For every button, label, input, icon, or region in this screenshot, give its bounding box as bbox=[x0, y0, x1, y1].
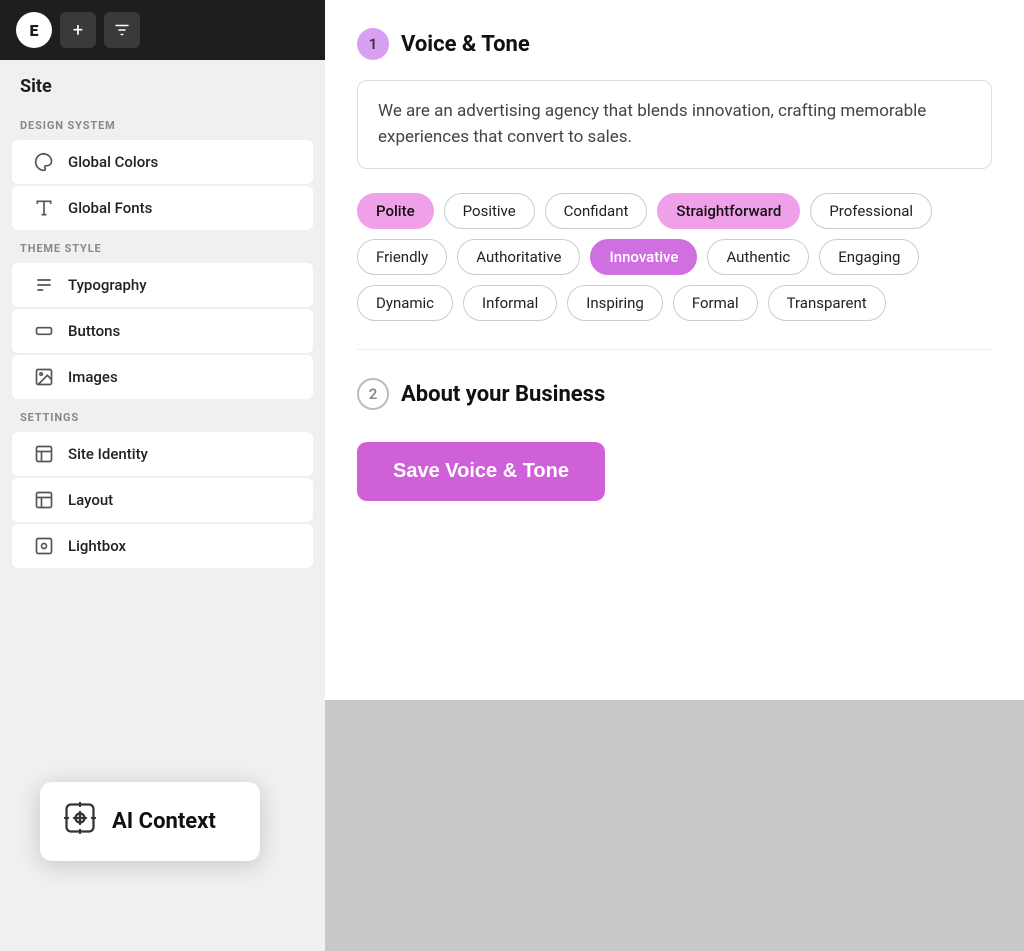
tag-informal[interactable]: Informal bbox=[463, 285, 557, 321]
ai-context-icon bbox=[62, 800, 98, 843]
tag-confidant[interactable]: Confidant bbox=[545, 193, 648, 229]
layout-icon bbox=[32, 488, 56, 512]
layout-label: Layout bbox=[68, 491, 113, 509]
tag-straightforward[interactable]: Straightforward bbox=[657, 193, 800, 229]
tag-authentic[interactable]: Authentic bbox=[707, 239, 809, 275]
lightbox-label: Lightbox bbox=[68, 537, 126, 555]
gray-area bbox=[325, 700, 1024, 951]
sidebar-toolbar: E + bbox=[0, 0, 325, 60]
tag-dynamic[interactable]: Dynamic bbox=[357, 285, 453, 321]
theme-style-label: THEME STYLE bbox=[0, 232, 325, 261]
step2-number: 2 bbox=[357, 378, 389, 410]
tag-polite[interactable]: Polite bbox=[357, 193, 434, 229]
design-system-label: DESIGN SYSTEM bbox=[0, 109, 325, 138]
ai-context-popup[interactable]: AI Context bbox=[40, 782, 260, 861]
ai-context-label: AI Context bbox=[112, 809, 216, 834]
site-identity-label: Site Identity bbox=[68, 445, 148, 463]
filter-button[interactable] bbox=[104, 12, 140, 48]
elementor-logo[interactable]: E bbox=[16, 12, 52, 48]
global-colors-label: Global Colors bbox=[68, 153, 158, 171]
buttons-icon bbox=[32, 319, 56, 343]
sidebar-item-layout[interactable]: Layout bbox=[12, 478, 313, 522]
description-box: We are an advertising agency that blends… bbox=[357, 80, 992, 169]
lightbox-icon bbox=[32, 534, 56, 558]
tag-innovative[interactable]: Innovative bbox=[590, 239, 697, 275]
sidebar-item-global-fonts[interactable]: Global Fonts bbox=[12, 186, 313, 230]
font-icon bbox=[32, 196, 56, 220]
global-fonts-label: Global Fonts bbox=[68, 199, 152, 217]
tag-authoritative[interactable]: Authoritative bbox=[457, 239, 580, 275]
sidebar-item-lightbox[interactable]: Lightbox bbox=[12, 524, 313, 568]
sidebar-item-buttons[interactable]: Buttons bbox=[12, 309, 313, 353]
palette-icon bbox=[32, 150, 56, 174]
main-panel: 1 Voice & Tone We are an advertising age… bbox=[325, 0, 1024, 700]
tag-friendly[interactable]: Friendly bbox=[357, 239, 447, 275]
save-button[interactable]: Save Voice & Tone bbox=[357, 442, 605, 501]
site-identity-icon bbox=[32, 442, 56, 466]
sidebar-item-typography[interactable]: Typography bbox=[12, 263, 313, 307]
images-icon bbox=[32, 365, 56, 389]
tag-inspiring[interactable]: Inspiring bbox=[567, 285, 663, 321]
sidebar-header: Site bbox=[0, 60, 325, 109]
tag-transparent[interactable]: Transparent bbox=[768, 285, 886, 321]
tags-container: Polite Positive Confidant Straightforwar… bbox=[357, 193, 992, 321]
step2-header: 2 About your Business bbox=[357, 378, 992, 410]
tag-formal[interactable]: Formal bbox=[673, 285, 758, 321]
tag-professional[interactable]: Professional bbox=[810, 193, 932, 229]
sidebar-item-site-identity[interactable]: Site Identity bbox=[12, 432, 313, 476]
add-button[interactable]: + bbox=[60, 12, 96, 48]
step1-title: Voice & Tone bbox=[401, 32, 530, 57]
divider bbox=[357, 349, 992, 350]
buttons-label: Buttons bbox=[68, 322, 120, 340]
step1-number: 1 bbox=[357, 28, 389, 60]
settings-label: SETTINGS bbox=[0, 401, 325, 430]
typography-icon bbox=[32, 273, 56, 297]
tag-positive[interactable]: Positive bbox=[444, 193, 535, 229]
typography-label: Typography bbox=[68, 276, 147, 294]
sidebar-item-global-colors[interactable]: Global Colors bbox=[12, 140, 313, 184]
step2-title: About your Business bbox=[401, 382, 605, 407]
tag-engaging[interactable]: Engaging bbox=[819, 239, 919, 275]
sidebar-item-images[interactable]: Images bbox=[12, 355, 313, 399]
images-label: Images bbox=[68, 368, 118, 386]
step1-header: 1 Voice & Tone bbox=[357, 28, 992, 60]
